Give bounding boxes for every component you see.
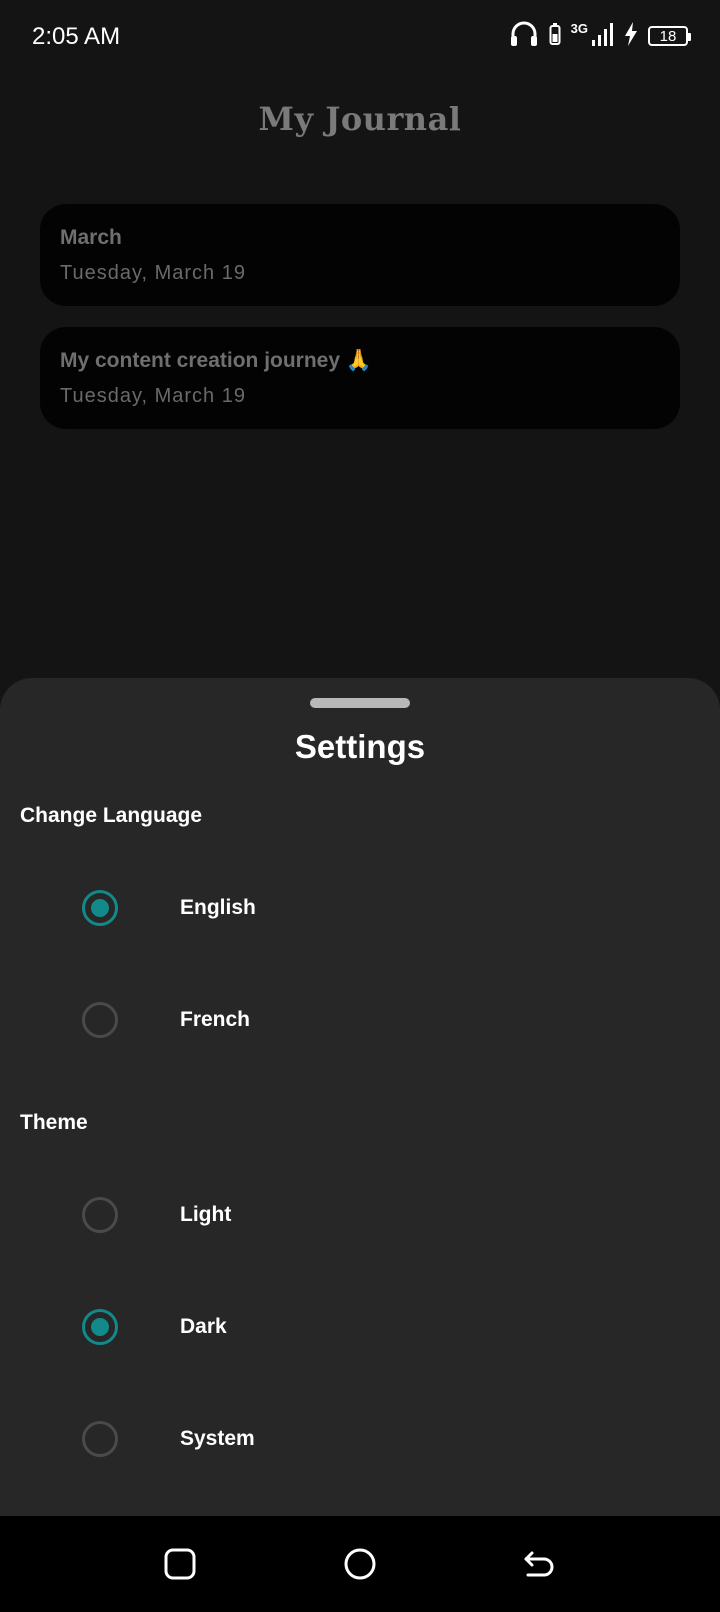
entry-title: My content creation journey 🙏 bbox=[60, 349, 373, 372]
theme-option-light[interactable]: Light bbox=[0, 1175, 720, 1255]
dark-radio[interactable] bbox=[82, 1309, 118, 1345]
charging-icon bbox=[624, 21, 638, 51]
theme-section-heading: Theme bbox=[20, 1111, 88, 1134]
navigation-bar bbox=[0, 1516, 720, 1612]
status-time: 2:05 AM bbox=[32, 23, 121, 50]
option-label: Light bbox=[180, 1203, 232, 1226]
option-label: Dark bbox=[180, 1315, 227, 1338]
theme-option-system[interactable]: System bbox=[0, 1399, 720, 1479]
entry-date: Tuesday, March 19 bbox=[60, 262, 246, 284]
drag-handle[interactable] bbox=[310, 698, 410, 708]
page-title: My Journal bbox=[258, 100, 462, 138]
status-bar: 2:05 AM 3G 18 bbox=[0, 0, 720, 72]
battery-level: 18 bbox=[659, 27, 677, 45]
battery-saver-icon bbox=[549, 22, 561, 51]
battery-icon: 18 bbox=[648, 26, 691, 46]
language-option-english[interactable]: English bbox=[0, 868, 720, 948]
status-icons: 3G 18 bbox=[509, 20, 691, 53]
language-section-heading: Change Language bbox=[20, 804, 203, 827]
recents-icon[interactable] bbox=[160, 1544, 200, 1584]
signal-icon bbox=[592, 22, 614, 51]
settings-title: Settings bbox=[294, 728, 426, 765]
network-type-label: 3G bbox=[570, 20, 588, 36]
entry-date: Tuesday, March 19 bbox=[60, 385, 246, 407]
entry-title: March bbox=[60, 226, 122, 249]
settings-bottom-sheet: Settings Change Language English French … bbox=[0, 678, 720, 1516]
screen: 2:05 AM 3G 18 My Journal March Tuesday, … bbox=[0, 0, 720, 1612]
journal-entry-card[interactable]: My content creation journey 🙏 Tuesday, M… bbox=[40, 327, 680, 429]
french-radio[interactable] bbox=[82, 1002, 118, 1038]
home-icon[interactable] bbox=[340, 1544, 380, 1584]
journal-entry-card[interactable]: March Tuesday, March 19 bbox=[40, 204, 680, 306]
option-label: English bbox=[180, 896, 256, 919]
theme-option-dark[interactable]: Dark bbox=[0, 1287, 720, 1367]
light-radio[interactable] bbox=[82, 1197, 118, 1233]
back-icon[interactable] bbox=[520, 1544, 560, 1584]
headphones-icon bbox=[509, 20, 539, 53]
english-radio[interactable] bbox=[82, 890, 118, 926]
system-radio[interactable] bbox=[82, 1421, 118, 1457]
option-label: System bbox=[180, 1427, 255, 1450]
language-option-french[interactable]: French bbox=[0, 980, 720, 1060]
option-label: French bbox=[180, 1008, 251, 1031]
